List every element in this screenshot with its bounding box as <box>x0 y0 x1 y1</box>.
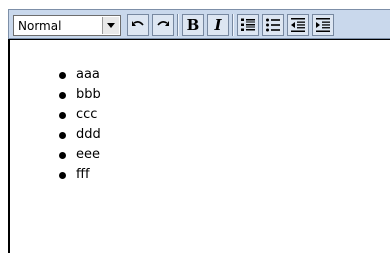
editor-toolbar: Normal B I <box>8 9 390 39</box>
bullet-list: aaa bbb ccc ddd eee fff <box>59 65 101 185</box>
list-item: aaa <box>59 65 101 85</box>
bold-label: B <box>186 15 200 34</box>
format-select-value: Normal <box>18 19 62 33</box>
redo-icon <box>157 21 169 26</box>
toolbar-separator <box>177 14 179 36</box>
indent-button[interactable] <box>312 14 334 36</box>
list-item: ddd <box>59 125 101 145</box>
ordered-list-icon <box>241 18 255 31</box>
list-item: fff <box>59 165 101 185</box>
editor-area[interactable]: aaa bbb ccc ddd eee fff <box>8 39 390 253</box>
outdent-icon <box>291 18 305 32</box>
undo-icon <box>132 21 144 26</box>
toolbar-separator <box>232 14 234 36</box>
undo-button[interactable] <box>127 14 149 36</box>
bold-button[interactable]: B <box>182 14 204 36</box>
indent-icon <box>316 18 330 32</box>
list-item: bbb <box>59 85 101 105</box>
italic-label: I <box>214 15 222 34</box>
ordered-list-button[interactable] <box>237 14 259 36</box>
unordered-list-button[interactable] <box>262 14 284 36</box>
list-item: ccc <box>59 105 101 125</box>
redo-button[interactable] <box>152 14 174 36</box>
italic-button[interactable]: I <box>207 14 229 36</box>
outdent-button[interactable] <box>287 14 309 36</box>
unordered-list-icon <box>266 18 280 32</box>
list-item: eee <box>59 145 101 165</box>
chevron-down-icon[interactable] <box>102 17 119 34</box>
format-select[interactable]: Normal <box>13 15 121 36</box>
